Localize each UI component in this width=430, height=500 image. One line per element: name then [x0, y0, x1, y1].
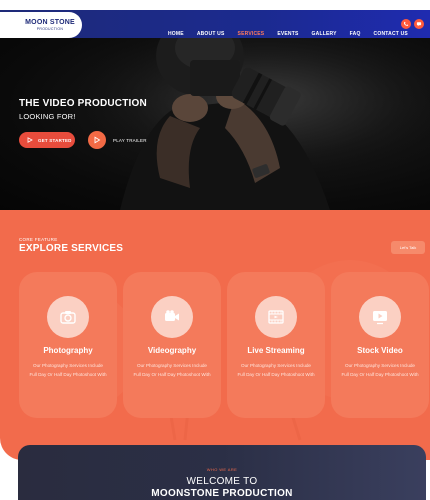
lets-talk-button[interactable]: Let's Talk [391, 241, 425, 254]
play-screen-icon [373, 311, 387, 325]
card-title: Videography [147, 346, 197, 355]
welcome-line-1: WELCOME TO [186, 476, 258, 487]
service-card-photography[interactable]: Photography Our Photography Services Inc… [19, 272, 117, 418]
film-strip-icon [268, 310, 284, 324]
welcome-section: WHO WE ARE WELCOME TO MOONSTONE PRODUCTI… [18, 445, 426, 500]
card-icon-badge [151, 296, 193, 338]
play-trailer-label[interactable]: PLAY TRAILER [113, 138, 147, 143]
logo-backdrop [0, 12, 18, 38]
brand-tagline: PRODUCTION [36, 27, 64, 31]
card-title: Stock Video [357, 346, 403, 355]
play-trailer-button[interactable] [88, 131, 106, 149]
card-description: Our Photography Services Include Full Da… [237, 363, 315, 377]
card-icon-badge [47, 296, 89, 338]
card-icon-badge [255, 296, 297, 338]
play-icon [27, 137, 33, 143]
photographer-image [0, 38, 430, 210]
hero-subtitle: LOOKING FOR! [19, 112, 76, 121]
services-title: EXPLORE SERVICES [19, 243, 124, 254]
welcome-eyebrow: WHO WE ARE [206, 467, 238, 472]
chat-icon [416, 22, 422, 27]
card-icon-badge [359, 296, 401, 338]
services-eyebrow: CORE FEATURE [19, 237, 58, 242]
card-description: Our Photography Services Include Full Da… [341, 363, 419, 377]
hero-title: THE VIDEO PRODUCTION [19, 98, 147, 109]
card-title: Photography [43, 346, 93, 355]
nav-events[interactable]: EVENTS [277, 31, 298, 37]
get-started-button[interactable]: GET STARTED [19, 132, 75, 148]
card-description: Our Photography Services Include Full Da… [133, 363, 211, 377]
brand-name: MOON STONE [25, 19, 75, 26]
card-title: Live Streaming [247, 346, 305, 355]
video-camera-icon [165, 310, 179, 321]
nav-home[interactable]: HOME [168, 31, 184, 37]
service-card-live-streaming[interactable]: Live Streaming Our Photography Services … [227, 272, 325, 418]
services-section: CORE FEATURE EXPLORE SERVICES Let's Talk… [0, 210, 430, 460]
play-icon [94, 136, 101, 144]
nav-faq[interactable]: FAQ [350, 31, 361, 37]
nav-about-us[interactable]: ABOUT US [197, 31, 225, 37]
welcome-line-2: MOONSTONE PRODUCTION [151, 488, 293, 499]
get-started-label: GET STARTED [38, 137, 72, 143]
card-description: Our Photography Services Include Full Da… [29, 363, 107, 377]
phone-icon [403, 21, 409, 26]
hero-section: THE VIDEO PRODUCTION LOOKING FOR! GET ST… [0, 38, 430, 210]
service-card-stock-video[interactable]: Stock Video Our Photography Services Inc… [331, 272, 429, 418]
phone-button[interactable] [401, 19, 411, 29]
brand-logo[interactable]: MOON STONE PRODUCTION [18, 12, 82, 38]
nav-services[interactable]: SERVICES [238, 31, 265, 37]
service-card-videography[interactable]: Videography Our Photography Services Inc… [123, 272, 221, 418]
nav-contact-us[interactable]: CONTACT US [374, 31, 408, 37]
chat-button[interactable] [414, 19, 424, 29]
camera-icon [60, 311, 76, 324]
nav-gallery[interactable]: GALLERY [312, 31, 337, 37]
